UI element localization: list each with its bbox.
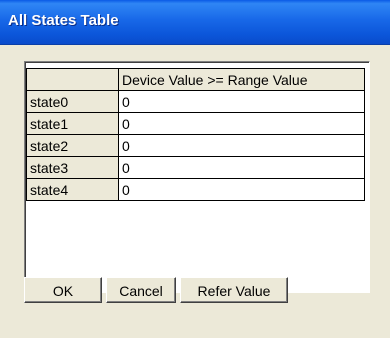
states-grid[interactable]: Device Value >= Range Value state0 0 sta… xyxy=(24,61,370,293)
table-row: state3 0 xyxy=(26,156,365,179)
row-header[interactable]: state1 xyxy=(26,112,119,135)
table-row: state1 0 xyxy=(26,112,365,135)
value-cell[interactable]: 0 xyxy=(118,90,365,113)
row-header[interactable]: state3 xyxy=(26,156,119,179)
states-table: Device Value >= Range Value state0 0 sta… xyxy=(26,68,365,201)
value-cell[interactable]: 0 xyxy=(118,156,365,179)
row-header[interactable]: state4 xyxy=(26,178,119,201)
value-cell[interactable]: 0 xyxy=(118,112,365,135)
dialog-client-area: Device Value >= Range Value state0 0 sta… xyxy=(0,45,390,338)
column-header[interactable]: Device Value >= Range Value xyxy=(118,68,365,91)
refer-value-button[interactable]: Refer Value xyxy=(180,277,288,303)
row-header[interactable]: state0 xyxy=(26,90,119,113)
row-header[interactable]: state2 xyxy=(26,134,119,157)
ok-button[interactable]: OK xyxy=(24,277,102,303)
window-title: All States Table xyxy=(8,12,119,29)
table-row: state4 0 xyxy=(26,178,365,201)
corner-cell xyxy=(26,68,119,91)
header-row: Device Value >= Range Value xyxy=(26,68,365,91)
value-cell[interactable]: 0 xyxy=(118,178,365,201)
cancel-button[interactable]: Cancel xyxy=(106,277,176,303)
table-row: state2 0 xyxy=(26,134,365,157)
table-row: state0 0 xyxy=(26,90,365,113)
title-bar[interactable]: All States Table xyxy=(0,0,390,45)
value-cell[interactable]: 0 xyxy=(118,134,365,157)
